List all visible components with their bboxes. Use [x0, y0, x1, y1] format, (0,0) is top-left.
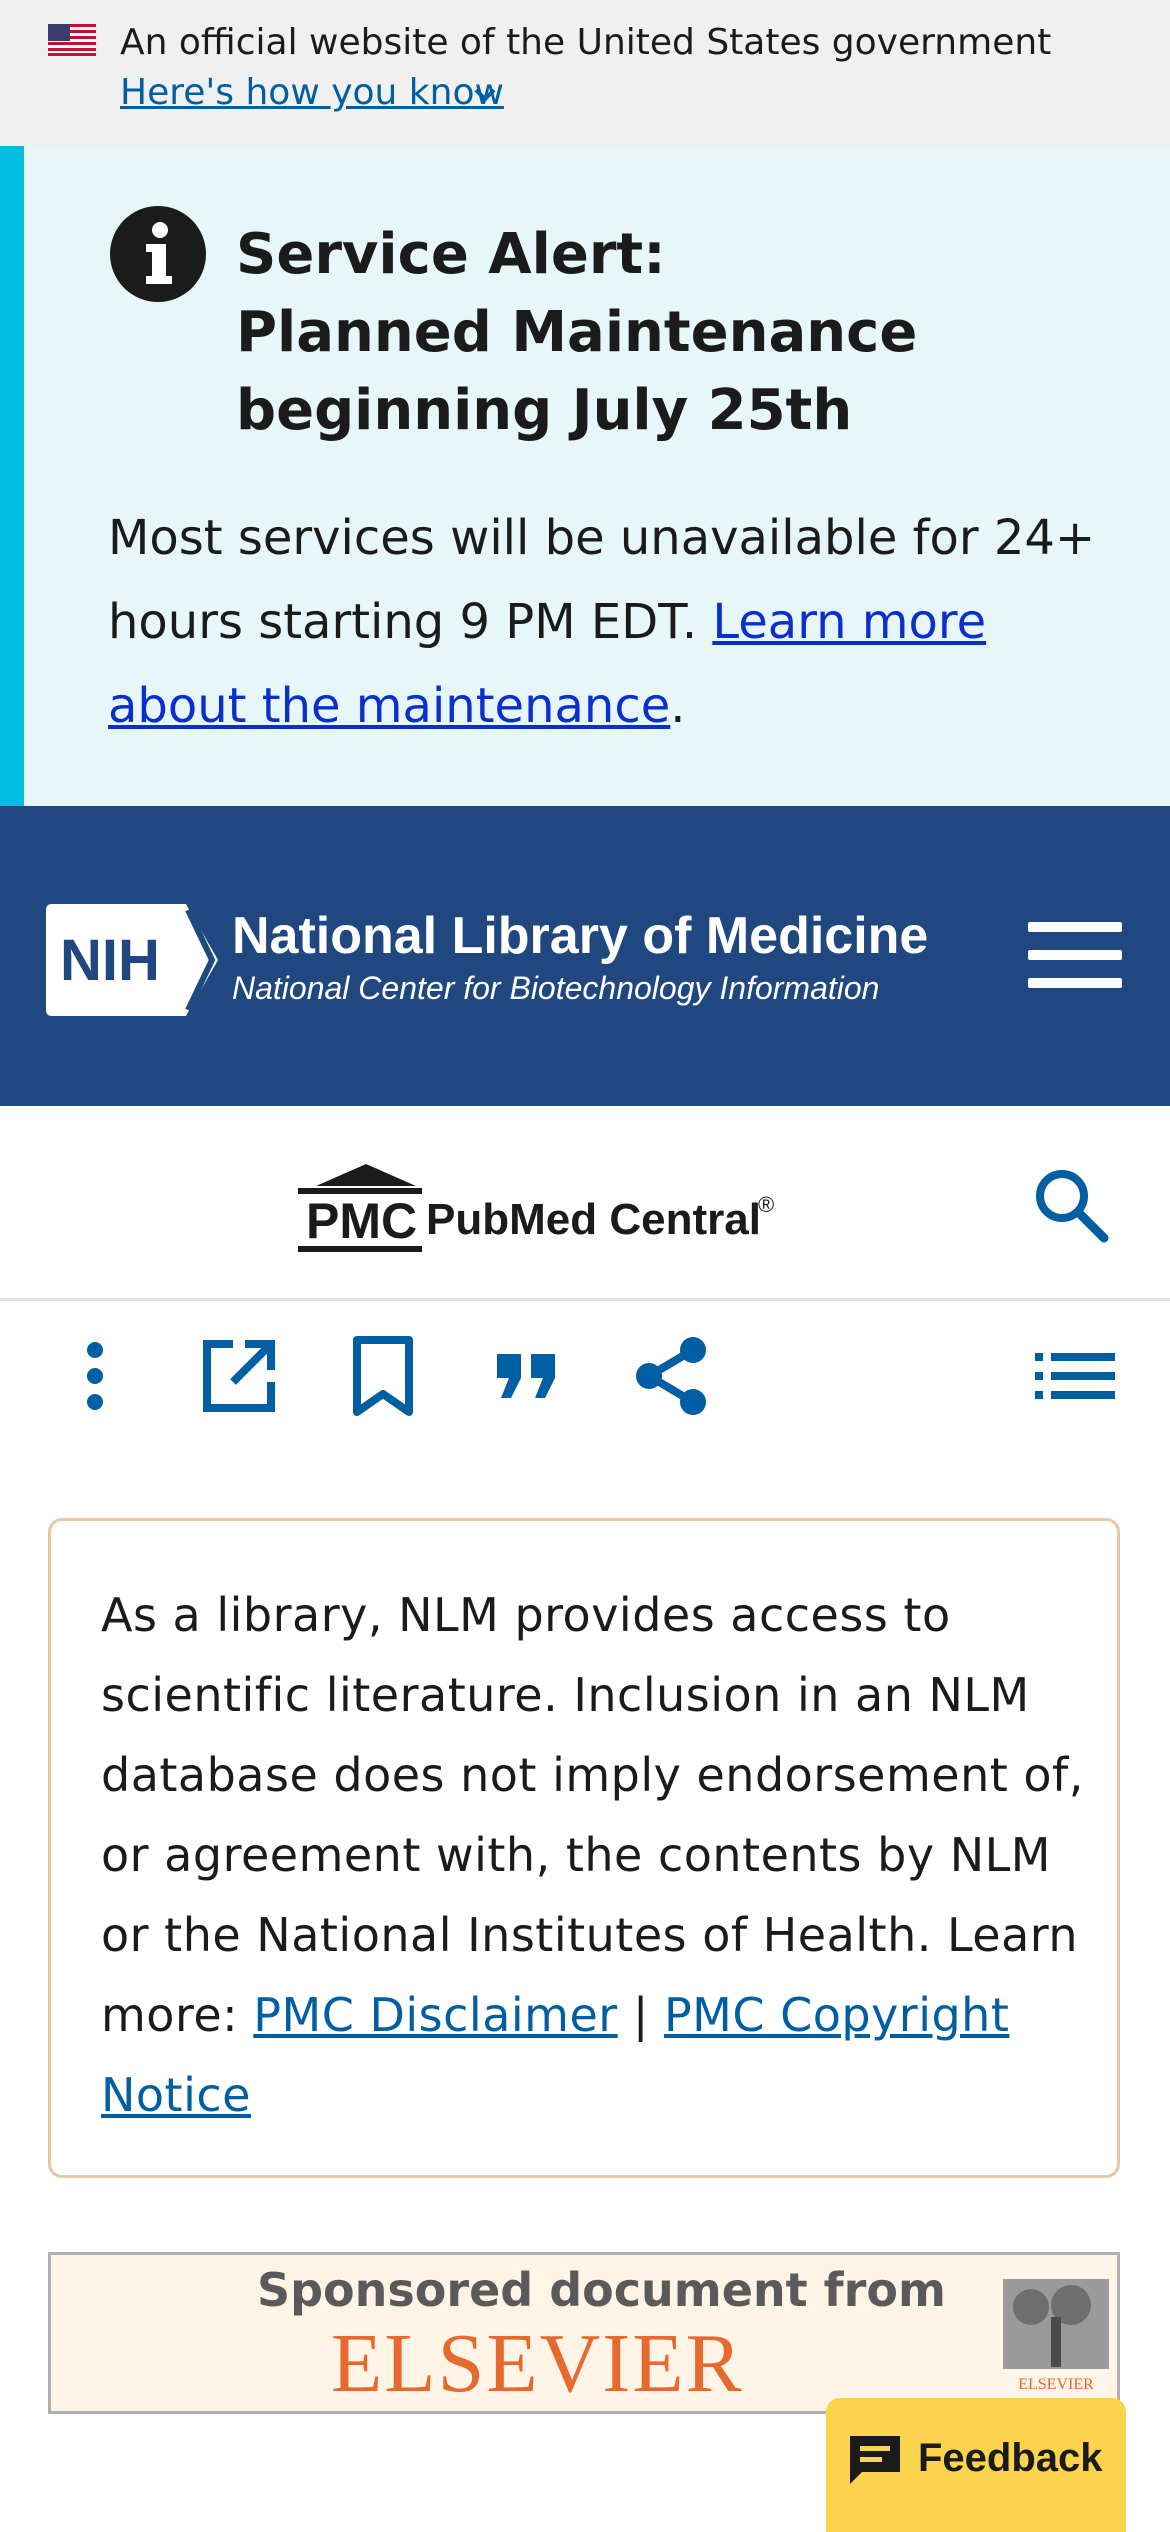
pmc-disclaimer-link[interactable]: PMC Disclaimer	[253, 1988, 617, 2042]
nih-logo[interactable]: NIH	[46, 904, 218, 1016]
bookmark-icon	[353, 1336, 413, 1416]
feedback-button[interactable]: Feedback	[826, 2398, 1126, 2532]
menu-icon[interactable]	[1028, 922, 1122, 988]
open-external-button[interactable]	[194, 1331, 284, 1421]
info-icon	[110, 206, 206, 302]
service-alert: Service Alert: Planned Maintenance begin…	[0, 146, 1170, 806]
registered-mark: ®	[758, 1192, 774, 1217]
chevron-down-icon[interactable]	[472, 86, 498, 104]
feedback-label: Feedback	[918, 2436, 1103, 2480]
sponsored-banner[interactable]: Sponsored document from ELSEVIER ELSEVIE…	[48, 2252, 1120, 2414]
disclaimer-body: As a library, NLM provides access to sci…	[101, 1588, 1084, 1962]
heres-how-you-know-link[interactable]: Here's how you know	[120, 72, 504, 113]
elsevier-tree-logo: ELSEVIER	[1003, 2279, 1109, 2393]
alert-title: Service Alert: Planned Maintenance begin…	[236, 222, 918, 443]
pmc-logo[interactable]: PMC PubMed Central ®	[296, 1156, 788, 1256]
nih-header: NIH National Library of Medicine Nationa…	[0, 806, 1170, 1106]
nlm-disclaimer: As a library, NLM provides access to sci…	[48, 1518, 1120, 2178]
nlm-title[interactable]: National Library of Medicine	[232, 906, 928, 966]
pmc-name: PubMed Central	[426, 1195, 761, 1244]
us-flag-icon	[48, 24, 96, 56]
alert-body: Most services will be unavailable for 24…	[108, 496, 1108, 748]
ncbi-subtitle: National Center for Biotechnology Inform…	[232, 970, 880, 1006]
pmc-logo-text: PMC	[306, 1193, 417, 1249]
share-button[interactable]	[626, 1331, 716, 1421]
elsevier-logo-caption: ELSEVIER	[1018, 2376, 1094, 2393]
bookmark-button[interactable]	[338, 1331, 428, 1421]
alert-accent-bar	[0, 146, 24, 806]
gov-banner-text: An official website of the United States…	[120, 22, 1052, 63]
cite-button[interactable]	[482, 1331, 572, 1421]
chat-icon	[850, 2436, 900, 2484]
table-of-contents-button[interactable]	[1030, 1331, 1120, 1421]
alert-body-end: .	[670, 678, 686, 734]
share-icon	[636, 1337, 706, 1415]
pmc-header: PMC PubMed Central ®	[0, 1106, 1170, 1301]
disclaimer-text: As a library, NLM provides access to sci…	[101, 1575, 1101, 2135]
contents-list-icon	[1035, 1353, 1115, 1399]
cite-icon	[497, 1354, 555, 1398]
article-toolbar	[0, 1301, 1170, 1451]
elsevier-wordmark: ELSEVIER	[331, 2317, 744, 2410]
more-actions-button[interactable]	[50, 1331, 140, 1421]
more-icon	[87, 1342, 103, 1410]
link-separator: |	[632, 1988, 649, 2042]
gov-banner: An official website of the United States…	[0, 0, 1170, 146]
open-external-icon	[203, 1340, 275, 1412]
nih-logo-text: NIH	[60, 928, 160, 993]
sponsored-from-text: Sponsored document from	[257, 2263, 946, 2317]
search-icon[interactable]	[1032, 1166, 1110, 1244]
